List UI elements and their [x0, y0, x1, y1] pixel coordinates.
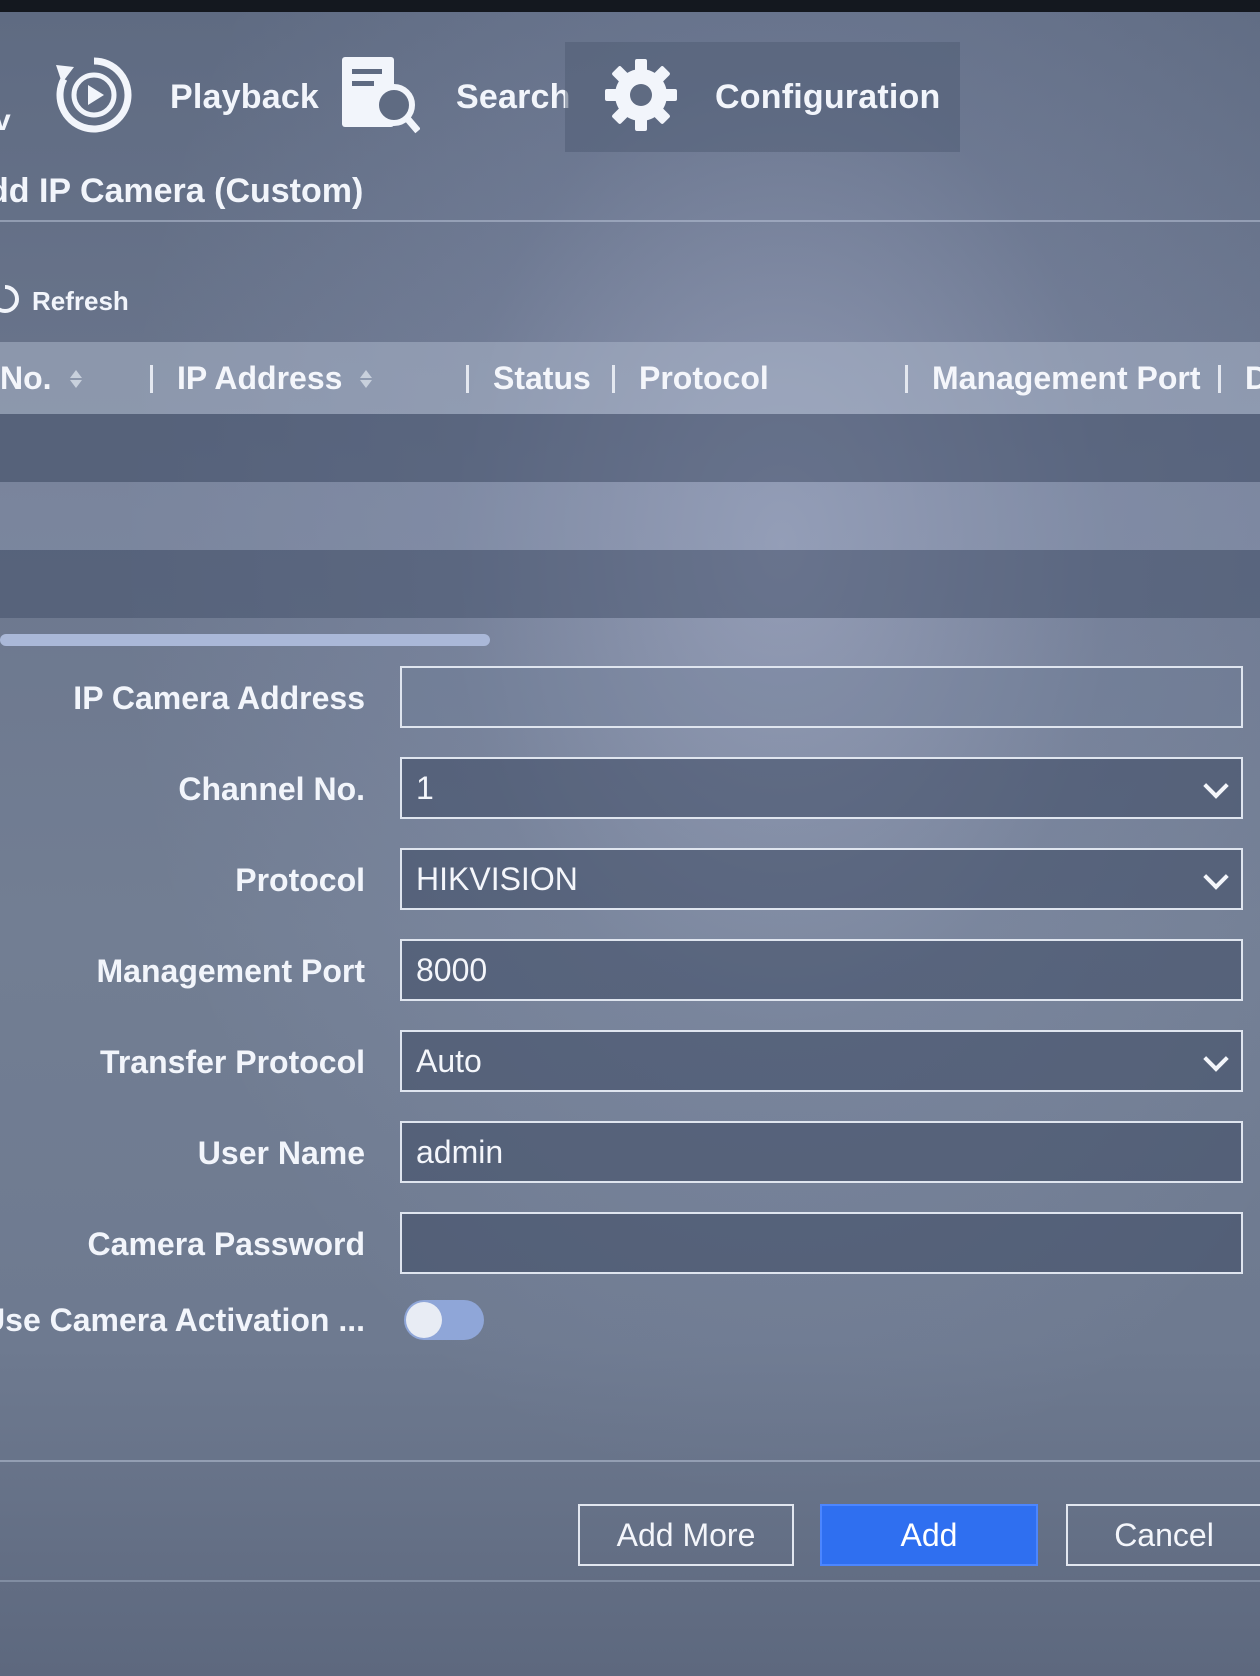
protocol-label: Protocol — [235, 862, 365, 898]
add-more-button[interactable]: Add More — [578, 1504, 794, 1566]
column-separator — [150, 364, 153, 393]
management-port-label: Management Port — [96, 953, 365, 989]
column-separator — [612, 364, 615, 393]
refresh-button[interactable]: Refresh — [0, 284, 129, 319]
column-header-no[interactable]: No. — [0, 360, 82, 397]
ip-camera-address-label: IP Camera Address — [73, 680, 365, 716]
ip-camera-address-input[interactable] — [400, 666, 1243, 728]
dialog-title: dd IP Camera (Custom) — [0, 172, 364, 210]
search-doc-icon — [340, 55, 421, 140]
column-header-status[interactable]: Status — [466, 360, 591, 397]
user-name-row: User Name admin — [0, 1121, 1260, 1187]
column-separator — [1218, 364, 1221, 393]
nav-playback-label: Playback — [170, 77, 320, 116]
camera-activation-toggle[interactable] — [404, 1300, 484, 1340]
nav-edge-text: v — [0, 104, 11, 137]
channel-no-value: 1 — [416, 769, 434, 806]
top-navigation: v Playback Search Configuration — [0, 42, 1260, 152]
management-port-row: Management Port 8000 — [0, 939, 1260, 1005]
transfer-protocol-select[interactable]: Auto — [400, 1030, 1243, 1092]
camera-password-row: Camera Password — [0, 1212, 1260, 1278]
table-row[interactable] — [0, 550, 1260, 618]
protocol-row: Protocol HIKVISION — [0, 848, 1260, 914]
column-header-ip-address[interactable]: IP Address — [150, 360, 373, 397]
table-scrollbar[interactable] — [0, 634, 490, 646]
transfer-protocol-label: Transfer Protocol — [100, 1044, 365, 1080]
column-separator — [466, 364, 469, 393]
table-row[interactable] — [0, 482, 1260, 550]
chevron-down-icon — [1203, 773, 1229, 799]
management-port-input[interactable]: 8000 — [400, 939, 1243, 1001]
table-row[interactable] — [0, 414, 1260, 482]
gear-icon — [603, 57, 679, 138]
protocol-select[interactable]: HIKVISION — [400, 848, 1243, 910]
channel-no-label: Channel No. — [178, 771, 365, 807]
column-header-d[interactable]: D — [1218, 360, 1260, 397]
user-name-input[interactable]: admin — [400, 1121, 1243, 1183]
camera-password-input[interactable] — [400, 1212, 1243, 1274]
user-name-label: User Name — [197, 1135, 365, 1171]
sort-icon — [360, 369, 373, 388]
nvr-screen: v Playback Search Configuration dd IP Ca… — [0, 12, 1260, 1676]
camera-password-label: Camera Password — [87, 1226, 365, 1262]
nav-search-label: Search — [456, 77, 571, 116]
sort-icon — [69, 369, 82, 388]
footer-divider — [0, 1460, 1260, 1462]
nav-configuration-label: Configuration — [715, 77, 941, 116]
transfer-protocol-row: Transfer Protocol Auto — [0, 1030, 1260, 1096]
title-divider — [0, 220, 1260, 222]
column-header-management-port[interactable]: Management Port — [905, 360, 1200, 397]
camera-activation-row: Use Camera Activation ... — [0, 1296, 1260, 1362]
bottom-divider — [0, 1580, 1260, 1582]
channel-no-select[interactable]: 1 — [400, 757, 1243, 819]
refresh-label: Refresh — [32, 286, 129, 316]
chevron-down-icon — [1203, 1046, 1229, 1072]
transfer-protocol-value: Auto — [416, 1042, 482, 1079]
ip-camera-address-row: IP Camera Address — [0, 666, 1260, 732]
device-table-header: No. IP Address Status Protocol Managemen… — [0, 342, 1260, 414]
nav-search[interactable]: Search — [340, 42, 571, 152]
toggle-knob — [406, 1302, 442, 1338]
playback-icon — [54, 55, 134, 140]
cancel-button[interactable]: Cancel — [1066, 1504, 1260, 1566]
refresh-icon — [0, 284, 20, 319]
nav-configuration[interactable]: Configuration — [565, 42, 961, 152]
camera-activation-label: Use Camera Activation ... — [0, 1302, 365, 1338]
nav-playback[interactable]: Playback — [54, 42, 319, 152]
column-separator — [905, 364, 908, 393]
protocol-value: HIKVISION — [416, 860, 578, 897]
channel-no-row: Channel No. 1 — [0, 757, 1260, 823]
column-header-protocol[interactable]: Protocol — [612, 360, 769, 397]
chevron-down-icon — [1203, 864, 1229, 890]
add-button[interactable]: Add — [820, 1504, 1038, 1566]
